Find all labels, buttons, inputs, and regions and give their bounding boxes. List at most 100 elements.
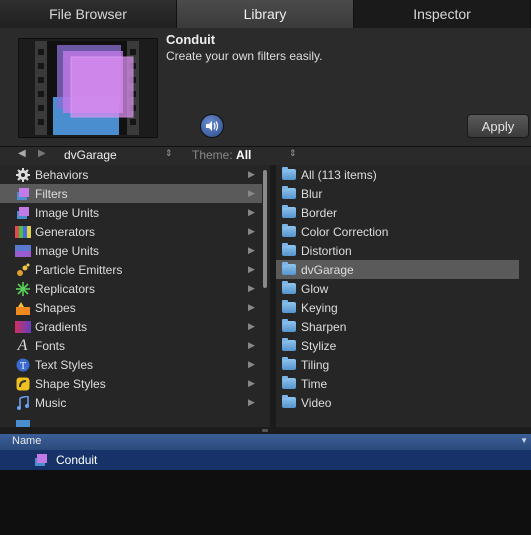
particle-emitters-icon: [14, 263, 31, 277]
item-name: Conduit: [166, 32, 216, 47]
category-label: Gradients: [35, 319, 88, 334]
folder-label: Stylize: [301, 338, 337, 353]
category-row-partial[interactable]: [0, 412, 262, 427]
folder-icon: [280, 243, 297, 258]
scrollbar-thumb[interactable]: [263, 170, 267, 288]
category-row-music[interactable]: Music ▶: [0, 393, 262, 412]
shape-styles-icon: [14, 377, 31, 391]
generators-icon: [14, 225, 31, 239]
category-label: Fonts: [35, 338, 66, 353]
folder-row-time[interactable]: Time: [276, 374, 531, 393]
folder-icon: [280, 319, 297, 334]
tab-file-browser[interactable]: File Browser: [0, 0, 177, 28]
category-label: Image Units: [35, 205, 100, 220]
speaker-icon: [206, 121, 219, 131]
category-row-shapes[interactable]: Shapes ▶: [0, 298, 262, 317]
chevron-right-icon: ▶: [248, 340, 255, 350]
preview-thumbnail: [18, 38, 158, 138]
category-row-image-units-2[interactable]: Image Units ▶: [0, 241, 262, 260]
tab-bar: File Browser Library Inspector: [0, 0, 531, 28]
folder-row-border[interactable]: Border: [276, 203, 531, 222]
folder-icon: [280, 338, 297, 353]
folder-label: Sharpen: [301, 319, 347, 334]
folder-row-distortion[interactable]: Distortion: [276, 241, 531, 260]
image-units-icon: [14, 206, 31, 220]
category-label: Music: [35, 395, 67, 410]
folder-row-all[interactable]: All (113 items): [276, 165, 531, 184]
folder-row-keying[interactable]: Keying: [276, 298, 531, 317]
gradients-icon: [14, 320, 31, 334]
category-row-shape-styles[interactable]: Shape Styles ▶: [0, 374, 262, 393]
category-label: Text Styles: [35, 357, 94, 372]
updown-arrows-icon[interactable]: ⇕: [289, 148, 297, 159]
category-label: Replicators: [35, 281, 96, 296]
folder-row-color-correction[interactable]: Color Correction: [276, 222, 531, 241]
folder-list: All (113 items) Blur Border Color Correc…: [276, 165, 531, 427]
folder-row-video[interactable]: Video: [276, 393, 531, 412]
tab-library[interactable]: Library: [177, 0, 354, 28]
folder-label: All (113 items): [301, 167, 377, 182]
category-label: Shape Styles: [35, 376, 106, 391]
tab-inspector[interactable]: Inspector: [354, 0, 531, 28]
filters-icon: [34, 453, 48, 467]
chevron-right-icon: ▶: [248, 378, 255, 388]
category-label: Generators: [35, 224, 96, 239]
list-item[interactable]: Conduit: [0, 450, 531, 470]
folder-icon: [280, 224, 297, 239]
category-row-replicators[interactable]: Replicators ▶: [0, 279, 262, 298]
chevron-right-icon: ▶: [248, 283, 255, 293]
photos-icon: [14, 415, 31, 427]
filters-icon: [14, 187, 31, 201]
folder-row-dvgarage[interactable]: dvGarage: [276, 260, 519, 279]
folder-row-blur[interactable]: Blur: [276, 184, 531, 203]
folder-row-stylize[interactable]: Stylize: [276, 336, 531, 355]
folder-icon: [280, 186, 297, 201]
category-label: Behaviors: [35, 167, 89, 182]
back-arrow-icon[interactable]: ◀: [18, 148, 26, 159]
category-row-behaviors[interactable]: Behaviors ▶: [0, 165, 262, 184]
chevron-right-icon: ▶: [248, 245, 255, 255]
chevron-right-icon: ▶: [248, 302, 255, 312]
image-units-icon: [14, 244, 31, 258]
category-label: Particle Emitters: [35, 262, 123, 277]
folder-label: Keying: [301, 300, 338, 315]
list-empty-area: [0, 470, 531, 535]
pane-splitter[interactable]: [0, 427, 531, 434]
folder-icon: [280, 300, 297, 315]
forward-arrow-icon[interactable]: ▶: [38, 148, 46, 159]
list-column-header[interactable]: Name ▼: [0, 434, 531, 450]
folder-icon: [280, 376, 297, 391]
apply-button[interactable]: Apply: [467, 114, 529, 138]
filter-thumbnail-image: [35, 41, 139, 135]
folder-icon: [280, 281, 297, 296]
folder-row-sharpen[interactable]: Sharpen: [276, 317, 531, 336]
folder-row-glow[interactable]: Glow: [276, 279, 531, 298]
category-row-text-styles[interactable]: T Text Styles ▶: [0, 355, 262, 374]
source-popup[interactable]: dvGarage: [64, 148, 117, 162]
text-styles-icon: T: [14, 358, 31, 372]
folder-label: dvGarage: [301, 262, 354, 277]
folder-label: Time: [301, 376, 328, 391]
item-description: Create your own filters easily.: [166, 49, 323, 63]
updown-arrows-icon[interactable]: ⇕: [165, 148, 173, 159]
category-row-gradients[interactable]: Gradients ▶: [0, 317, 262, 336]
category-row-filters[interactable]: Filters ▶: [0, 184, 262, 203]
gear-icon: [14, 167, 31, 182]
folder-label: Tiling: [301, 357, 330, 372]
chevron-right-icon: ▶: [248, 264, 255, 274]
theme-popup[interactable]: Theme: All: [192, 148, 251, 162]
category-row-particle-emitters[interactable]: Particle Emitters ▶: [0, 260, 262, 279]
category-label: Shapes: [35, 300, 76, 315]
audio-preview-button[interactable]: [200, 114, 224, 138]
chevron-right-icon: ▶: [248, 321, 255, 331]
folder-label: Video: [301, 395, 332, 410]
music-icon: [14, 395, 31, 410]
fonts-icon: A: [17, 336, 28, 354]
category-row-image-units[interactable]: Image Units ▶: [0, 203, 262, 222]
sort-arrow-icon[interactable]: ▼: [520, 436, 528, 445]
category-row-fonts[interactable]: A Fonts ▶: [0, 336, 262, 355]
folder-row-tiling[interactable]: Tiling: [276, 355, 531, 374]
name-column-label: Name: [12, 435, 42, 447]
svg-text:T: T: [19, 361, 25, 372]
category-row-generators[interactable]: Generators ▶: [0, 222, 262, 241]
